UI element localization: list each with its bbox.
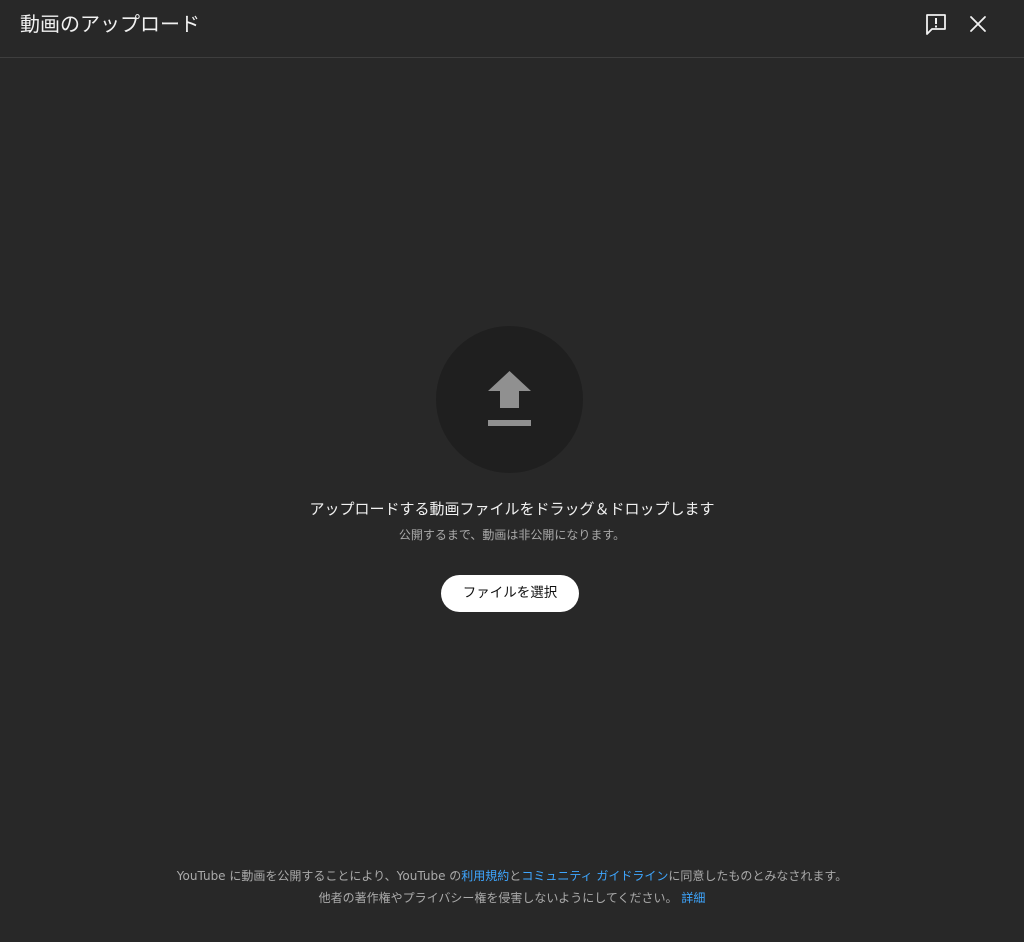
terms-text-a: YouTube に動画を公開することにより、YouTube の <box>176 869 462 883</box>
copyright-text: 他者の著作権やプライバシー権を侵害しないようにしてください。 <box>318 891 678 905</box>
terms-line: YouTube に動画を公開することにより、YouTube の利用規約とコミュニ… <box>0 865 1024 887</box>
feedback-icon <box>926 14 946 35</box>
details-link[interactable]: 詳細 <box>681 891 705 905</box>
upload-drop-zone[interactable] <box>436 326 583 473</box>
feedback-button[interactable] <box>924 12 948 36</box>
copyright-line: 他者の著作権やプライバシー権を侵害しないようにしてください。 詳細 <box>0 887 1024 909</box>
close-button[interactable] <box>966 12 990 36</box>
dialog-footer: YouTube に動画を公開することにより、YouTube の利用規約とコミュニ… <box>0 865 1024 909</box>
terms-text-b: と <box>509 869 522 883</box>
dialog-title: 動画のアップロード <box>20 12 200 36</box>
private-note: 公開するまで、動画は非公開になります。 <box>398 528 626 542</box>
terms-text-c: に同意したものとみなされます。 <box>668 869 848 883</box>
upload-dialog: 動画のアップロード アップロードする動画ファイルをドラッグ＆ドロップします 公開… <box>0 0 1024 942</box>
dialog-header: 動画のアップロード <box>0 0 1024 58</box>
select-files-button[interactable]: ファイルを選択 <box>441 575 579 612</box>
close-icon <box>970 16 986 32</box>
drag-drop-instruction: アップロードする動画ファイルをドラッグ＆ドロップします <box>309 500 715 518</box>
terms-of-service-link[interactable]: 利用規約 <box>461 869 509 883</box>
upload-arrow-icon <box>488 371 531 426</box>
community-guidelines-link[interactable]: コミュニティ ガイドライン <box>521 869 668 883</box>
